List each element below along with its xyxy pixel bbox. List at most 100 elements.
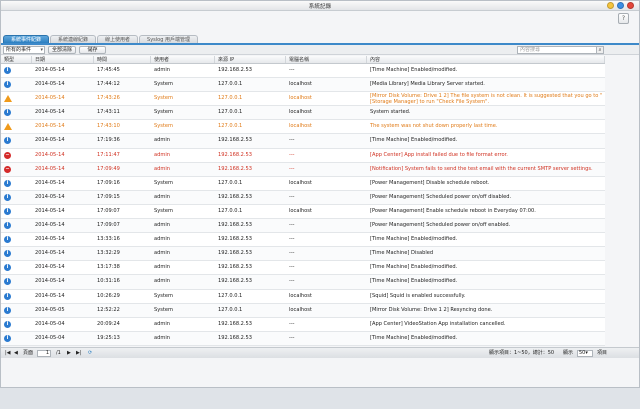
- cell-user: admin: [154, 151, 170, 158]
- cell-time: 12:52:22: [97, 306, 120, 313]
- column-header-type[interactable]: 類型: [1, 56, 32, 63]
- cell-user: System: [154, 123, 173, 130]
- cell-time: 10:31:16: [97, 278, 120, 285]
- cell-source-ip: 127.0.0.1: [218, 179, 243, 186]
- column-header-source-ip[interactable]: 來源 IP: [215, 56, 286, 63]
- cell-user: System: [154, 207, 173, 214]
- cell-source-ip: 192.168.2.53: [218, 278, 253, 285]
- info-icon: i: [4, 306, 11, 314]
- cell-content: [Mirror Disk Volume: Drive 1 2] The file…: [370, 93, 603, 106]
- cell-date: 2014-05-14: [35, 193, 65, 200]
- toolbar: 所有的事件 ▾ 全部清除 儲存 內容搜尋 ⌕: [1, 45, 639, 55]
- last-page-icon[interactable]: ▶|: [76, 348, 82, 358]
- event-log-table: 類型 日期 時間 使用者 來源 IP 電腦名稱 內容 i 2014-05-14 17…: [1, 56, 605, 346]
- cell-content: [App Center] App install failed due to f…: [370, 151, 508, 158]
- cell-type: i: [1, 219, 32, 232]
- per-page-select[interactable]: 50▾: [577, 350, 593, 357]
- column-header-content[interactable]: 內容: [367, 56, 605, 63]
- table-row[interactable]: i 2014-05-04 20:09:24 admin 192.168.2.53 --- […: [1, 317, 605, 332]
- column-header-computer-name[interactable]: 電腦名稱: [286, 56, 367, 63]
- cell-time: 13:33:16: [97, 236, 120, 243]
- cell-user: admin: [154, 67, 170, 73]
- tab-online-users[interactable]: 線上使用者: [97, 35, 139, 43]
- table-body: i 2014-05-14 17:45:45 admin 192.168.2.53 --- […: [1, 64, 605, 346]
- cell-computer-name: ---: [289, 137, 295, 144]
- refresh-icon[interactable]: ⟳: [88, 348, 92, 358]
- table-row[interactable]: i 2014-05-14 17:44:12 System 127.0.0.1 localh…: [1, 78, 605, 93]
- table-row[interactable]: − 2014-05-14 17:09:49 admin 192.168.2.53 --- […: [1, 162, 605, 177]
- warning-icon: [4, 123, 12, 131]
- cell-user: System: [154, 95, 173, 102]
- table-row[interactable]: i 2014-05-14 17:09:07 admin 192.168.2.53 --- […: [1, 219, 605, 234]
- cell-type: i: [1, 332, 32, 345]
- cell-source-ip: 192.168.2.53: [218, 193, 253, 200]
- cell-content: System started.: [370, 109, 411, 116]
- clear-all-button[interactable]: 全部清除: [48, 46, 76, 54]
- table-row[interactable]: i 2014-05-14 17:09:07 System 127.0.0.1 localh…: [1, 204, 605, 220]
- page-number-input[interactable]: 1: [37, 350, 51, 357]
- cell-source-ip: 127.0.0.1: [218, 109, 243, 116]
- column-header-user[interactable]: 使用者: [151, 56, 215, 63]
- cell-type: i: [1, 78, 32, 91]
- window-title: 系統記錄: [308, 4, 332, 10]
- table-row[interactable]: i 2014-05-04 19:25:13 admin 192.168.2.53 --- […: [1, 331, 605, 346]
- cell-source-ip: 127.0.0.1: [218, 81, 243, 88]
- cell-source-ip: 127.0.0.1: [218, 292, 243, 299]
- table-row[interactable]: i 2014-05-14 13:17:38 admin 192.168.2.53 --- […: [1, 261, 605, 276]
- cell-type: i: [1, 177, 32, 190]
- search-input[interactable]: 內容搜尋: [517, 46, 601, 54]
- table-row[interactable]: i 2014-05-14 17:19:36 admin 192.168.2.53 --- […: [1, 134, 605, 149]
- next-page-icon[interactable]: ▶: [67, 348, 71, 358]
- column-header-date[interactable]: 日期: [32, 56, 94, 63]
- cell-user: admin: [154, 137, 170, 144]
- event-filter-select[interactable]: 所有的事件 ▾: [3, 46, 45, 54]
- table-row[interactable]: 2014-05-14 17:43:10 System 127.0.0.1 localho…: [1, 120, 605, 135]
- save-button[interactable]: 儲存: [79, 46, 106, 54]
- table-row[interactable]: 2014-05-14 17:43:26 System 127.0.0.1 localho…: [1, 92, 605, 107]
- tab-system-events[interactable]: 系統事件紀錄: [3, 35, 50, 43]
- tab-connection-logs[interactable]: 系統連線紀錄: [50, 35, 97, 43]
- cell-content: [Power Management] Scheduled power on/of…: [370, 193, 512, 200]
- column-header-time[interactable]: 時間: [94, 56, 151, 63]
- prev-page-icon[interactable]: ◀: [14, 348, 18, 358]
- maximize-icon[interactable]: [617, 2, 624, 9]
- cell-date: 2014-05-14: [35, 67, 65, 73]
- table-row[interactable]: i 2014-05-14 17:43:11 System 127.0.0.1 localh…: [1, 106, 605, 121]
- record-summary: 顯示項目：1~50，總計：50: [489, 350, 555, 356]
- cell-source-ip: 192.168.2.53: [218, 165, 253, 172]
- cell-content: [Time Machine] Enabled/modified.: [370, 67, 458, 73]
- search-icon[interactable]: ⌕: [596, 46, 604, 54]
- info-icon: i: [4, 193, 11, 201]
- first-page-icon[interactable]: |◀: [5, 348, 11, 358]
- cell-time: 19:25:13: [97, 334, 120, 341]
- cell-source-ip: 127.0.0.1: [218, 207, 243, 214]
- table-row[interactable]: i 2014-05-14 10:26:29 System 127.0.0.1 localh…: [1, 289, 605, 304]
- help-button[interactable]: ?: [618, 13, 629, 24]
- table-row[interactable]: i 2014-05-14 10:31:16 admin 192.168.2.53 --- […: [1, 275, 605, 290]
- cell-date: 2014-05-05: [35, 306, 65, 313]
- table-row[interactable]: − 2014-05-14 17:11:47 admin 192.168.2.53 --- […: [1, 148, 605, 163]
- cell-time: 13:32:29: [97, 250, 120, 257]
- cell-time: 17:09:16: [97, 179, 120, 186]
- table-row[interactable]: i 2014-05-14 13:32:29 admin 192.168.2.53 --- […: [1, 247, 605, 262]
- cell-type: [1, 120, 32, 133]
- cell-content: [Mirror Disk Volume: Drive 1 2] Resyncin…: [370, 306, 493, 313]
- table-row[interactable]: i 2014-05-14 17:45:45 admin 192.168.2.53 --- […: [1, 64, 605, 79]
- close-icon[interactable]: [627, 2, 634, 9]
- minimize-icon[interactable]: [607, 2, 614, 9]
- table-row[interactable]: i 2014-05-14 13:33:16 admin 192.168.2.53 --- […: [1, 233, 605, 248]
- cell-date: 2014-05-14: [35, 236, 65, 243]
- cell-time: 17:45:45: [97, 67, 120, 73]
- table-row[interactable]: i 2014-05-14 17:09:15 admin 192.168.2.53 --- […: [1, 190, 605, 205]
- cell-computer-name: ---: [289, 165, 295, 172]
- tab-syslog-client[interactable]: Syslog 用戶端管理: [139, 35, 198, 43]
- table-row[interactable]: i 2014-05-14 17:09:16 System 127.0.0.1 localh…: [1, 176, 605, 191]
- table-row[interactable]: i 2014-05-05 12:52:22 System 127.0.0.1 localh…: [1, 303, 605, 318]
- cell-computer-name: ---: [289, 334, 295, 341]
- cell-type: i: [1, 205, 32, 218]
- cell-source-ip: 192.168.2.53: [218, 236, 253, 243]
- cell-source-ip: 192.168.2.53: [218, 222, 253, 229]
- cell-user: System: [154, 292, 173, 299]
- cell-source-ip: 192.168.2.53: [218, 334, 253, 341]
- cell-date: 2014-05-14: [35, 81, 65, 88]
